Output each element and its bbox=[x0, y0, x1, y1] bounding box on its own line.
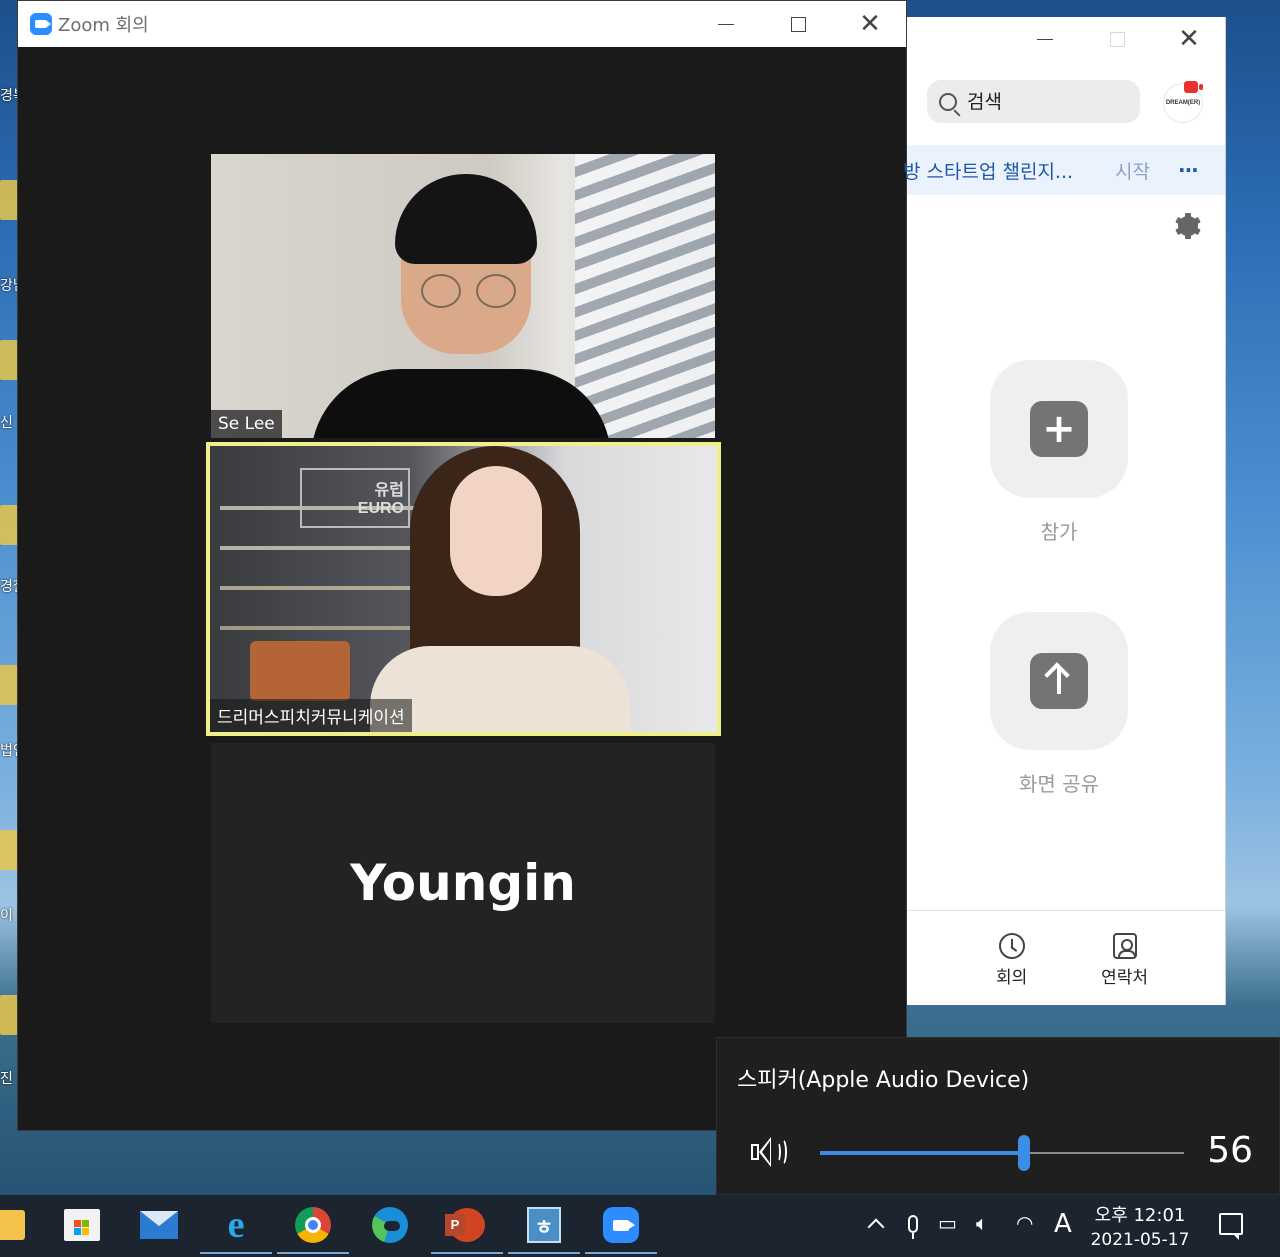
join-button[interactable]: + bbox=[990, 360, 1128, 498]
recording-indicator-icon bbox=[1184, 81, 1203, 93]
taskbar-mail[interactable] bbox=[139, 1205, 179, 1245]
taskbar-hwp[interactable]: ㅎ bbox=[508, 1205, 580, 1254]
video-tile-youngin[interactable]: Youngin bbox=[211, 743, 715, 1023]
plus-icon: + bbox=[1030, 401, 1088, 457]
nav-contacts[interactable]: 연락처 bbox=[1101, 933, 1148, 1005]
close-icon: ✕ bbox=[859, 9, 881, 39]
participant-name-tag: Se Lee bbox=[211, 410, 282, 438]
taskbar-file-explorer[interactable] bbox=[0, 1205, 32, 1245]
audio-device-name[interactable]: 스피커(Apple Audio Device) bbox=[737, 1062, 1029, 1094]
search-input[interactable] bbox=[967, 90, 1117, 113]
clock-date[interactable]: 2021-05-17 bbox=[1085, 1230, 1195, 1250]
battery-icon[interactable]: ▭ bbox=[938, 1211, 957, 1235]
search-icon bbox=[939, 92, 957, 111]
folder-icon bbox=[0, 1210, 25, 1240]
internet-explorer-icon: e bbox=[227, 1204, 245, 1246]
taskbar-chrome[interactable] bbox=[277, 1205, 349, 1254]
taskbar-zoom[interactable] bbox=[585, 1205, 657, 1254]
clock-time[interactable]: 오후 12:01 bbox=[1085, 1201, 1195, 1227]
video-tile-active-speaker[interactable]: 유럽 EURO 드리머스피치커뮤니케이션 bbox=[206, 442, 721, 736]
taskbar-powerpoint[interactable]: P bbox=[431, 1205, 503, 1254]
upcoming-meeting-banner[interactable]: 방 스타트업 챌린지... 시작 ··· bbox=[903, 145, 1225, 195]
maximize-icon bbox=[790, 16, 806, 32]
wifi-icon[interactable]: ◠ bbox=[1016, 1211, 1033, 1235]
participant-name-tag: 드리머스피치커뮤니케이션 bbox=[210, 699, 412, 732]
close-icon: ✕ bbox=[1178, 24, 1200, 54]
search-box[interactable] bbox=[927, 80, 1140, 123]
video-tile-se-lee[interactable]: Se Lee bbox=[211, 154, 715, 438]
slider-fill bbox=[820, 1151, 1024, 1155]
microphone-icon[interactable] bbox=[908, 1215, 918, 1239]
volume-flyout: 스피커(Apple Audio Device) 56 bbox=[716, 1037, 1280, 1195]
volume-icon[interactable]: 🔈︎ bbox=[976, 1211, 988, 1235]
participant-name-placeholder: Youngin bbox=[350, 854, 576, 912]
minimize-icon bbox=[718, 23, 734, 25]
nav-meetings-label: 회의 bbox=[995, 968, 1028, 988]
volume-value: 56 bbox=[1207, 1130, 1253, 1171]
participant-video bbox=[370, 446, 630, 732]
zoom-meeting-window: Zoom 회의 ✕ Se Lee 유럽 EURO 드리머스피치커뮤니케이션 Yo… bbox=[17, 0, 907, 1131]
edge-icon bbox=[372, 1207, 408, 1243]
window-title: Zoom 회의 bbox=[58, 15, 149, 36]
nav-contacts-label: 연락처 bbox=[1101, 968, 1149, 988]
zoom-icon bbox=[603, 1207, 639, 1243]
desktop-folder-icon[interactable] bbox=[0, 830, 18, 870]
taskbar-microsoft-store[interactable] bbox=[62, 1205, 102, 1245]
maximize-button[interactable] bbox=[762, 1, 834, 47]
desktop-folder-icon[interactable] bbox=[0, 340, 18, 380]
desktop-folder-icon[interactable] bbox=[0, 665, 18, 705]
taskbar-internet-explorer[interactable]: e bbox=[200, 1204, 272, 1254]
notification-center-icon[interactable] bbox=[1219, 1213, 1243, 1240]
show-hidden-icons-button[interactable] bbox=[867, 1218, 885, 1236]
nav-meetings[interactable]: 회의 bbox=[996, 933, 1027, 1005]
chevron-up-icon bbox=[867, 1218, 885, 1236]
zoom-logo-icon bbox=[30, 13, 52, 35]
speaker-icon[interactable] bbox=[751, 1136, 793, 1170]
mail-icon bbox=[140, 1211, 178, 1239]
upcoming-meeting-title[interactable]: 방 스타트업 챌린지... bbox=[903, 157, 1093, 184]
desktop-folder-icon[interactable] bbox=[0, 505, 18, 545]
taskbar-edge[interactable] bbox=[370, 1205, 410, 1245]
ime-indicator[interactable]: A bbox=[1054, 1209, 1072, 1239]
close-button[interactable]: ✕ bbox=[834, 1, 906, 47]
minimize-button[interactable] bbox=[1009, 17, 1081, 61]
share-screen-label: 화면 공유 bbox=[1019, 772, 1099, 796]
contacts-icon bbox=[1112, 933, 1137, 959]
participant-video bbox=[291, 174, 611, 438]
volume-slider[interactable] bbox=[820, 1135, 1184, 1171]
title-bar[interactable]: Zoom 회의 ✕ bbox=[18, 1, 906, 47]
minimize-button[interactable] bbox=[690, 1, 762, 47]
window-controls: ✕ bbox=[1009, 17, 1225, 61]
share-screen-action[interactable]: 화면 공유 bbox=[990, 612, 1128, 797]
clock-icon bbox=[998, 933, 1025, 959]
minimize-icon bbox=[1037, 38, 1053, 40]
share-screen-button[interactable] bbox=[990, 612, 1128, 750]
start-meeting-button[interactable]: 시작 bbox=[1115, 157, 1150, 184]
title-bar[interactable]: ✕ bbox=[907, 17, 1225, 61]
close-button[interactable]: ✕ bbox=[1153, 17, 1225, 61]
hwp-icon: ㅎ bbox=[527, 1207, 561, 1243]
join-action[interactable]: + 참가 bbox=[990, 360, 1128, 545]
bottom-nav: 회의 연락처 bbox=[907, 910, 1225, 1005]
desktop-folder-icon[interactable] bbox=[0, 995, 18, 1035]
settings-gear-icon[interactable] bbox=[1175, 213, 1201, 239]
maximize-button bbox=[1081, 17, 1153, 61]
arrow-up-icon bbox=[1030, 653, 1088, 709]
desktop-folder-icon[interactable] bbox=[0, 180, 18, 220]
powerpoint-icon: P bbox=[445, 1208, 485, 1242]
window-controls: ✕ bbox=[690, 1, 906, 47]
maximize-icon bbox=[1109, 31, 1125, 47]
store-icon bbox=[64, 1209, 100, 1241]
chrome-icon bbox=[295, 1207, 331, 1243]
slider-thumb[interactable] bbox=[1017, 1135, 1030, 1171]
more-options-button[interactable]: ··· bbox=[1178, 158, 1199, 182]
taskbar: e P ㅎ ▭ 🔈︎ ◠ A 오후 12:01 2021-05-17 bbox=[0, 1195, 1280, 1257]
join-label: 참가 bbox=[1040, 520, 1078, 544]
zoom-home-window: ✕ DREAM(ER) 방 스타트업 챌린지... 시작 ··· + 참가 화면… bbox=[903, 17, 1226, 1005]
